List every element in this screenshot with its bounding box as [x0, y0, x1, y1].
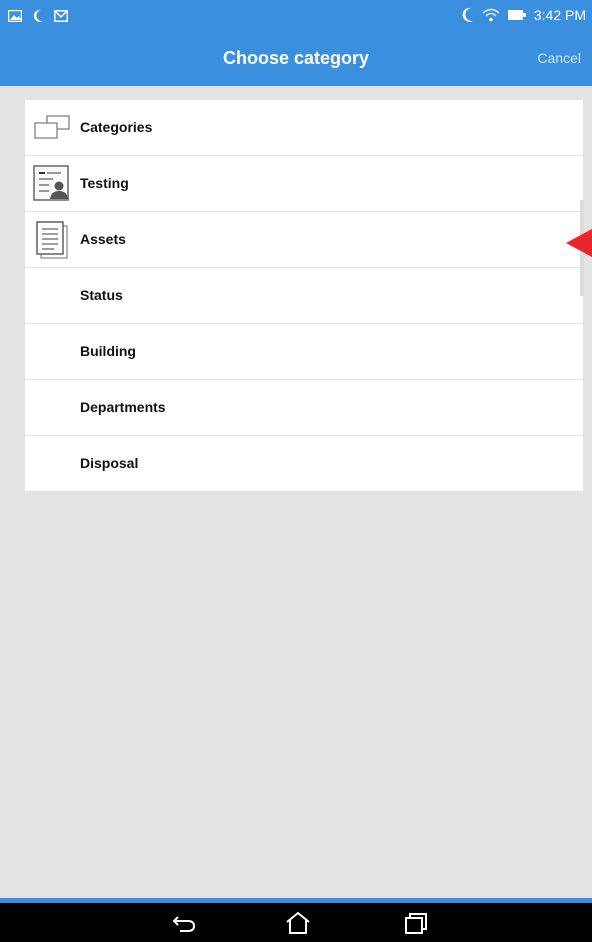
moon-icon — [462, 7, 473, 22]
list-item-label: Assets — [80, 231, 126, 247]
cancel-button[interactable]: Cancel — [537, 50, 581, 66]
list-item-categories[interactable]: Categories — [25, 100, 583, 156]
list-item-building[interactable]: Building — [25, 324, 583, 380]
list-item-status[interactable]: Status — [25, 268, 583, 324]
status-time: 3:42 PM — [533, 7, 586, 23]
list-item-testing[interactable]: Testing — [25, 156, 583, 212]
list-item-label: Status — [80, 287, 123, 303]
list-item-label: Testing — [80, 175, 129, 191]
folders-icon — [34, 115, 70, 139]
category-list: Categories Testing Assets Status Buildin… — [25, 100, 583, 491]
back-icon[interactable] — [170, 911, 198, 935]
list-item-label: Building — [80, 343, 136, 359]
moon-icon — [33, 9, 43, 22]
page-title: Choose category — [222, 48, 370, 68]
list-item-label: Departments — [80, 399, 166, 415]
home-icon[interactable] — [284, 911, 312, 935]
list-item-disposal[interactable]: Disposal — [25, 436, 583, 491]
battery-icon — [507, 10, 526, 20]
document-stack-icon — [36, 221, 68, 259]
status-bar-system: 3:42 PM — [462, 7, 586, 23]
list-item-label: Categories — [80, 119, 153, 135]
recent-apps-icon[interactable] — [402, 911, 430, 935]
app-bar: Choose category Cancel — [0, 34, 592, 86]
list-item-assets[interactable]: Assets — [25, 212, 583, 268]
status-bar: 3:42 PM — [0, 0, 592, 34]
pointer-arrow-icon — [566, 229, 592, 257]
photo-icon — [8, 10, 22, 22]
navigation-bar — [0, 903, 592, 942]
list-item-departments[interactable]: Departments — [25, 380, 583, 436]
wifi-icon — [482, 8, 500, 22]
contact-card-icon — [33, 165, 69, 201]
list-item-label: Disposal — [80, 455, 139, 471]
status-bar-notifications — [8, 9, 68, 23]
gmail-icon — [54, 10, 68, 22]
